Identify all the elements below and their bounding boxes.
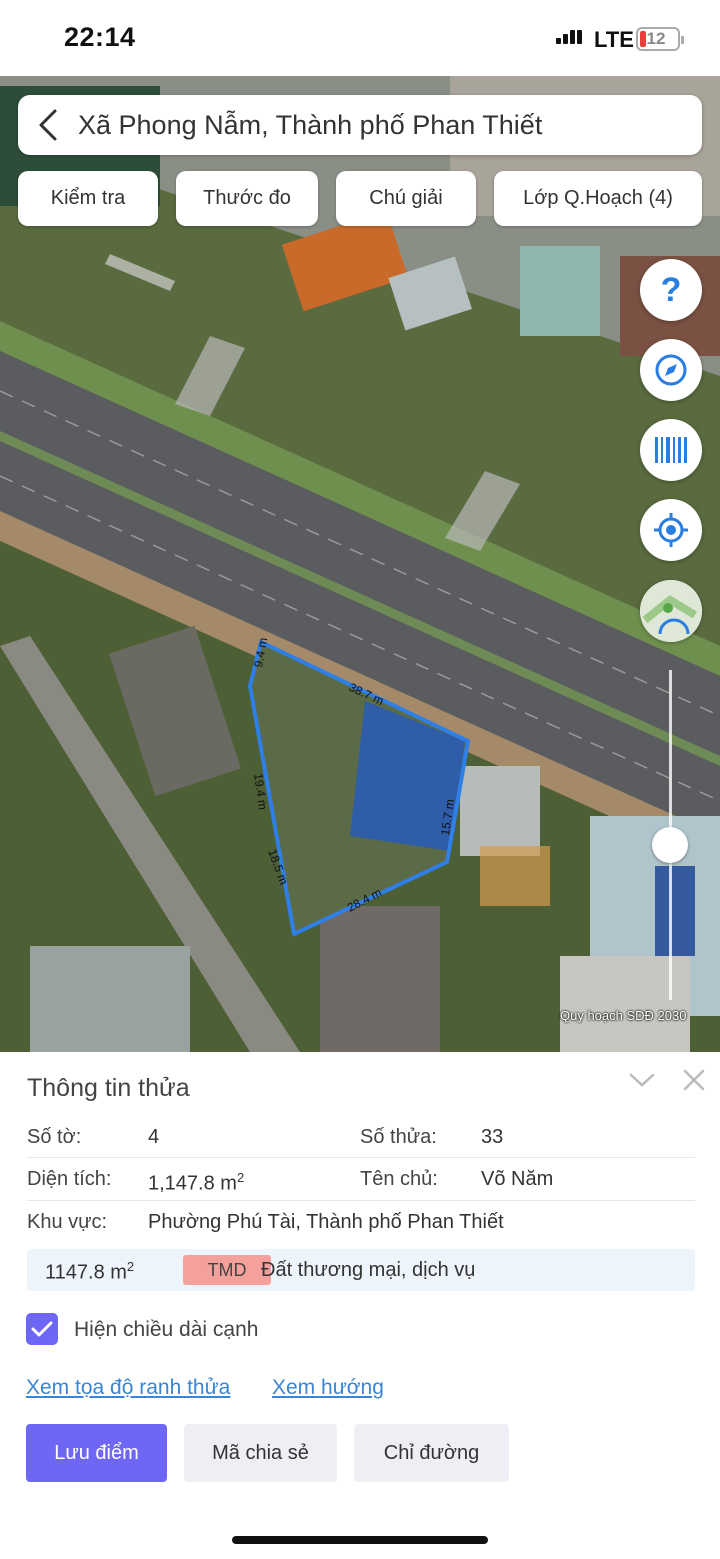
land-use-area: 1147.8 m2 — [45, 1259, 135, 1284]
parcel-number-label: Số thửa: — [360, 1126, 437, 1148]
land-use-code-badge: TMD — [183, 1255, 271, 1285]
chevron-down-icon[interactable] — [628, 1068, 656, 1092]
land-use-type: Đất thương mại, dịch vụ — [261, 1259, 476, 1281]
barcode-button[interactable] — [640, 419, 702, 481]
region-label: Khu vực: — [27, 1211, 108, 1233]
location-title: Xã Phong Nẫm, Thành phố Phan Thiết — [78, 109, 543, 140]
area-value: 1,147.8 m2 — [148, 1170, 245, 1195]
divider — [27, 1200, 695, 1201]
show-edge-length-label[interactable]: Hiện chiều dài cạnh — [74, 1318, 258, 1342]
sheet-label: Số tờ: — [27, 1126, 82, 1148]
locate-icon — [654, 513, 688, 547]
legend-button[interactable]: Chú giải — [336, 171, 476, 226]
edge-label: 38.7 m — [347, 680, 386, 708]
save-point-button[interactable]: Lưu điểm — [26, 1424, 167, 1482]
question-icon: ? — [660, 270, 682, 309]
view-boundary-coords-link[interactable]: Xem tọa độ ranh thửa — [26, 1376, 230, 1400]
owner-value: Võ Năm — [481, 1168, 554, 1190]
view-direction-link[interactable]: Xem hướng — [272, 1376, 384, 1400]
battery-level: 12 — [646, 29, 666, 48]
battery-icon: 12 — [636, 27, 684, 51]
chevron-left-icon[interactable] — [18, 95, 78, 155]
sheet-value: 4 — [148, 1126, 160, 1148]
share-code-button[interactable]: Mã chia sẻ — [184, 1424, 337, 1482]
area-label: Diện tích: — [27, 1168, 112, 1190]
edge-label: 28.4 m — [345, 885, 384, 915]
clock: 22:14 — [64, 22, 136, 52]
signal-icon — [556, 30, 586, 50]
edge-label: 18.5 m — [265, 847, 291, 886]
parcel-number-value: 33 — [481, 1126, 504, 1148]
show-edge-length-checkbox[interactable] — [26, 1313, 58, 1345]
map-layer-button[interactable] — [640, 580, 702, 642]
help-button[interactable]: ? — [640, 259, 702, 321]
divider — [27, 1157, 695, 1158]
compass-button[interactable] — [640, 339, 702, 401]
map-layer-caption: Quy hoạch SDĐ 2030 — [560, 1008, 687, 1023]
locate-button[interactable] — [640, 499, 702, 561]
land-use-row: 1147.8 m2 TMD Đất thương mại, dịch vụ — [27, 1249, 695, 1291]
network-type: LTE — [594, 27, 634, 52]
close-icon[interactable] — [682, 1068, 706, 1092]
zoom-slider-handle[interactable] — [652, 827, 688, 863]
layers-button[interactable]: Lớp Q.Hoạch (4) — [494, 171, 702, 226]
measure-button[interactable]: Thước đo — [176, 171, 318, 226]
map-layer-icon — [640, 580, 702, 642]
check-icon — [31, 1321, 53, 1337]
location-header: Xã Phong Nẫm, Thành phố Phan Thiết — [18, 95, 702, 155]
home-indicator[interactable] — [232, 1536, 488, 1544]
directions-button[interactable]: Chỉ đường — [354, 1424, 509, 1482]
barcode-icon — [655, 437, 687, 463]
status-bar: 22:14 LTE 12 — [0, 0, 720, 76]
owner-label: Tên chủ: — [360, 1168, 438, 1190]
panel-title: Thông tin thửa — [27, 1074, 190, 1102]
check-button[interactable]: Kiểm tra — [18, 171, 158, 226]
region-value: Phường Phú Tài, Thành phố Phan Thiết — [148, 1211, 504, 1233]
edge-label: 9.4 m — [251, 637, 270, 669]
compass-icon — [655, 354, 687, 386]
